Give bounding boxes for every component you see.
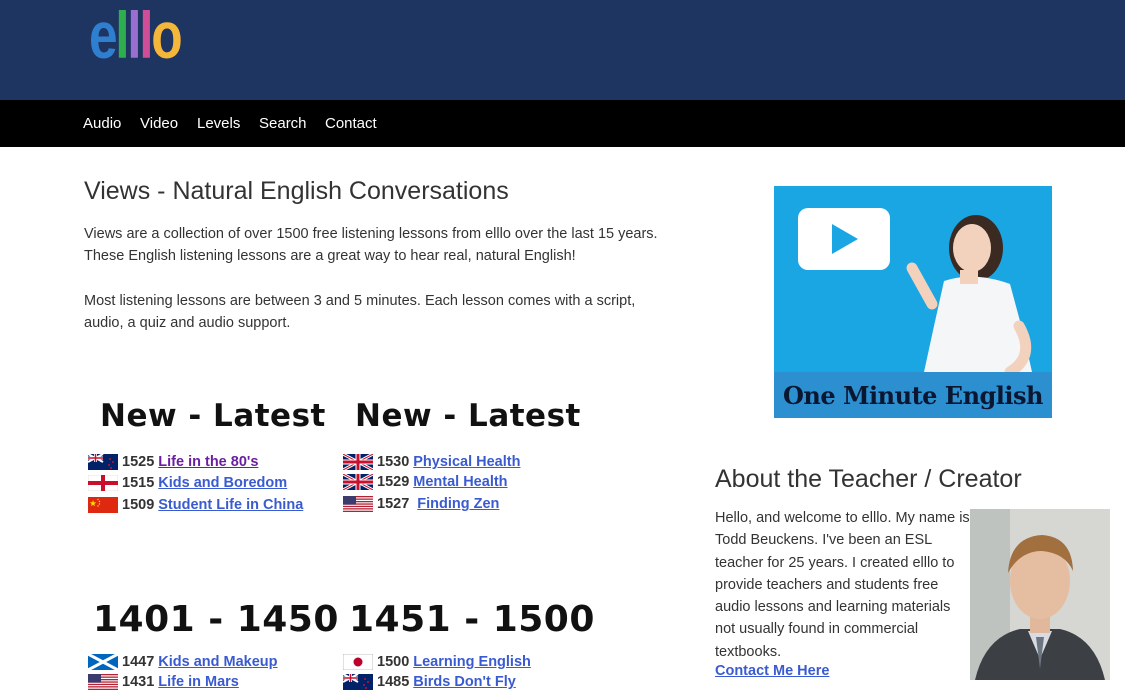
nav-item-contact[interactable]: Contact (325, 115, 377, 132)
lesson-number: 1485 (377, 674, 410, 690)
lesson-link[interactable]: Life in the 80's (158, 454, 258, 470)
lesson-number: 1509 (122, 497, 155, 513)
lesson-row: 1431 Life in Mars (88, 672, 239, 692)
logo-letter: o (151, 0, 182, 72)
lesson-row: 1529 Mental Health (343, 472, 508, 492)
logo-letter: l (139, 0, 153, 72)
teacher-photo (970, 509, 1110, 680)
lesson-link[interactable]: Physical Health (413, 454, 520, 470)
nav-item-video[interactable]: Video (140, 115, 178, 132)
section-heading-new-latest: New - Latest (100, 398, 326, 434)
section-heading-1401-1450: 1401 - 1450 (93, 599, 339, 640)
elllo-logo[interactable]: e l l l o (89, 0, 183, 72)
lesson-number: 1431 (122, 674, 155, 690)
lesson-number: 1527 (377, 496, 410, 512)
lesson-link[interactable]: Student Life in China (158, 497, 303, 513)
lesson-row: 1447 Kids and Makeup (88, 652, 278, 672)
uk-flag (343, 474, 373, 490)
new-zealand-flag (88, 454, 118, 470)
nav-item-search[interactable]: Search (259, 115, 307, 132)
contact-me-link[interactable]: Contact Me Here (715, 663, 829, 679)
lesson-link[interactable]: Kids and Makeup (158, 654, 277, 670)
lesson-row: 1527 Finding Zen (343, 494, 499, 514)
lesson-number: 1500 (377, 654, 410, 670)
scotland-flag (88, 654, 118, 670)
logo-letter: e (89, 0, 118, 72)
usa-flag (343, 496, 373, 512)
uk-flag (343, 454, 373, 470)
logo-letter: l (115, 0, 129, 72)
lesson-link[interactable]: Life in Mars (158, 674, 239, 690)
about-text: Hello, and welcome to elllo. My name is … (715, 510, 970, 660)
section-heading-1451-1500: 1451 - 1500 (349, 599, 595, 640)
china-flag (88, 497, 118, 513)
lesson-link[interactable]: Learning English (413, 654, 531, 670)
lesson-row: 1485 Birds Don't Fly (343, 672, 516, 692)
lesson-row: 1530 Physical Health (343, 452, 520, 472)
lesson-link[interactable]: Birds Don't Fly (413, 674, 516, 690)
lesson-number: 1515 (122, 475, 155, 491)
lesson-number: 1529 (377, 474, 410, 490)
japan-flag (343, 654, 373, 670)
lesson-row: 1525 Life in the 80's (88, 452, 258, 472)
intro-paragraph-1: Views are a collection of over 1500 free… (84, 226, 658, 265)
lesson-row: 1500 Learning English (343, 652, 531, 672)
lesson-row: 1509 Student Life in China (88, 495, 303, 515)
usa-flag (88, 674, 118, 690)
section-heading-new-latest: New - Latest (355, 398, 581, 434)
about-title: About the Teacher / Creator (715, 465, 1022, 493)
lesson-link[interactable]: Finding Zen (417, 496, 499, 512)
intro-paragraph-2: Most listening lessons are between 3 and… (84, 293, 636, 332)
lesson-number: 1447 (122, 654, 155, 670)
nav-item-audio[interactable]: Audio (83, 115, 121, 132)
nav-item-levels[interactable]: Levels (197, 115, 240, 132)
logo-letter: l (127, 0, 141, 72)
one-minute-english-banner[interactable]: One Minute English (774, 186, 1052, 418)
england-flag (88, 475, 118, 491)
lesson-link[interactable]: Mental Health (413, 474, 507, 490)
lesson-row: 1515 Kids and Boredom (88, 473, 287, 493)
lesson-link[interactable]: Kids and Boredom (158, 475, 287, 491)
new-zealand-flag (343, 674, 373, 690)
lesson-number: 1530 (377, 454, 410, 470)
promo-caption: One Minute English (783, 381, 1044, 410)
lesson-number: 1525 (122, 454, 155, 470)
page-title: Views - Natural English Conversations (84, 177, 509, 205)
